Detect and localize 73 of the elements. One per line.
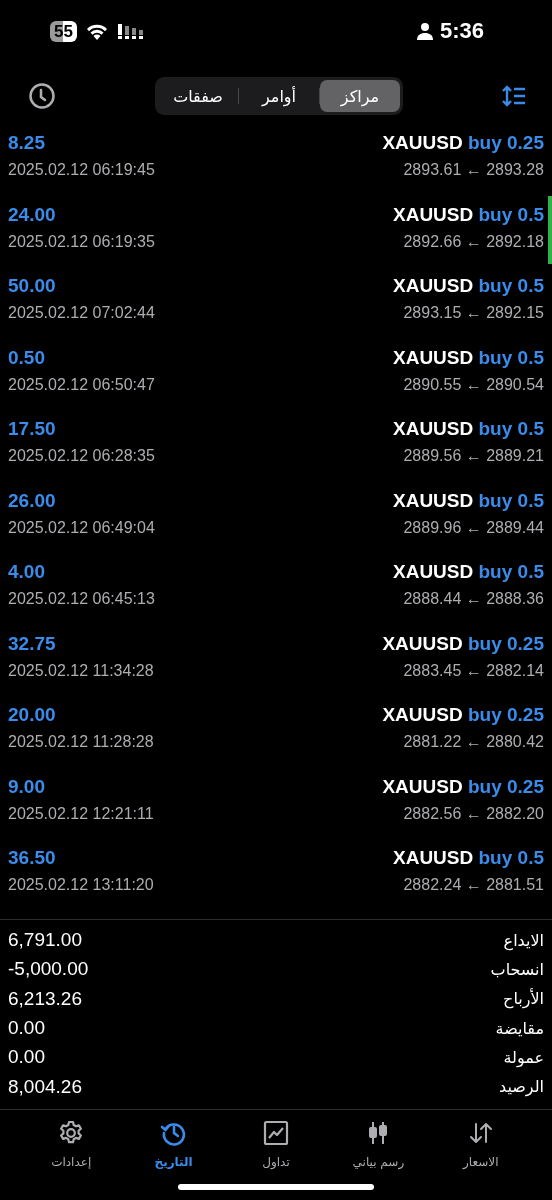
profit-value: 17.50 — [8, 418, 57, 440]
signal-icon — [116, 22, 145, 40]
profit-value: 26.00 — [8, 489, 57, 512]
nav-tab[interactable]: إعدادات — [19, 1118, 123, 1171]
deal-prices: 2892.66 ← 2892.18 — [403, 232, 544, 251]
profit-value: 50.00 — [8, 275, 57, 297]
summary-label: الايداع — [503, 930, 544, 950]
deal-title: XAUUSD buy 0.5 — [393, 847, 544, 869]
profit-value: 36.50 — [8, 847, 57, 869]
deal-title: XAUUSD buy 0.5 — [393, 275, 544, 297]
clock-icon[interactable] — [28, 82, 56, 110]
deal-title: XAUUSD buy 0.5 — [393, 203, 544, 226]
summary-label: الرصيد — [499, 1077, 544, 1097]
deal-time: 2025.02.12 06:19:35 — [8, 232, 155, 251]
person-icon — [415, 22, 434, 40]
nav-tab[interactable]: تداول — [224, 1118, 328, 1171]
deal-time: 2025.02.12 06:19:45 — [8, 161, 155, 179]
summary-label: مقايضة — [495, 1018, 544, 1038]
nav-tab[interactable]: رسم بياني — [327, 1118, 430, 1171]
profit-value: 24.00 — [8, 203, 57, 226]
deal-prices: 2882.56 ← 2882.20 — [403, 804, 544, 823]
summary-label: انسحاب — [490, 959, 544, 979]
deal-time: 2025.02.12 06:50:47 — [8, 375, 155, 394]
deal-title: XAUUSD buy 0.25 — [382, 632, 544, 655]
profit-value: 9.00 — [8, 775, 46, 798]
deal-title: XAUUSD buy 0.5 — [393, 346, 544, 369]
deal-title: XAUUSD buy 0.5 — [393, 489, 544, 512]
deal-prices: 2881.22 ← 2880.42 — [403, 733, 544, 751]
deal-prices: 2888.44 ← 2888.36 — [403, 590, 544, 608]
profit-value: 32.75 — [8, 632, 57, 655]
profit-value: 4.00 — [8, 561, 46, 583]
summary-value: 6,213.26 — [8, 987, 82, 1010]
sort-icon[interactable] — [502, 85, 526, 107]
deal-title: XAUUSD buy 0.25 — [382, 775, 544, 798]
deal-time: 2025.02.12 11:34:28 — [8, 661, 154, 680]
summary-value: 8,004.26 — [8, 1075, 82, 1098]
summary-value: 0.00 — [8, 1017, 45, 1040]
profit-value: 20.00 — [8, 704, 57, 726]
deal-time: 2025.02.12 13:11:20 — [8, 876, 154, 894]
deal-prices: 2893.61 ← 2893.28 — [403, 161, 544, 179]
nav-tab[interactable]: الاسعار — [429, 1118, 532, 1171]
deal-time: 2025.02.12 11:28:28 — [8, 733, 154, 751]
deal-time: 2025.02.12 06:49:04 — [8, 518, 155, 537]
deal-title: XAUUSD buy 0.5 — [393, 418, 544, 440]
deal-prices: 2882.24 ← 2881.51 — [403, 876, 544, 894]
segment-tab[interactable]: أوامر — [239, 80, 319, 112]
deal-prices: 2889.96 ← 2889.44 — [403, 518, 544, 537]
clock-time: 5:36 — [439, 18, 484, 44]
summary-value: 6,791.00 — [8, 929, 82, 952]
deal-prices: 2890.55 ← 2890.54 — [403, 375, 544, 394]
scroll-indicator — [548, 196, 552, 264]
deal-title: XAUUSD buy 0.25 — [382, 704, 544, 726]
profit-value: 8.25 — [8, 132, 46, 154]
deal-prices: 2889.56 ← 2889.21 — [403, 447, 544, 465]
summary-value: 0.00 — [8, 1046, 45, 1069]
battery-level: 55 — [50, 20, 77, 42]
wifi-icon — [84, 22, 109, 40]
deal-prices: 2893.15 ← 2892.15 — [403, 304, 544, 322]
line-chart-icon — [262, 1119, 290, 1148]
segment-tab[interactable]: مراكز — [320, 80, 400, 112]
deal-time: 2025.02.12 06:28:35 — [8, 447, 155, 465]
nav-tab[interactable]: التاريخ — [122, 1118, 225, 1171]
profit-value: 0.50 — [8, 346, 46, 369]
deal-time: 2025.02.12 12:21:11 — [8, 804, 154, 823]
segment-tab[interactable]: صفقات — [158, 80, 238, 112]
summary-label: عمولة — [503, 1047, 544, 1067]
summary-label: الأرباح — [503, 989, 544, 1009]
deal-title: XAUUSD buy 0.25 — [382, 132, 544, 154]
deal-time: 2025.02.12 06:45:13 — [8, 590, 155, 608]
summary-value: -5,000.00 — [8, 958, 89, 981]
deal-prices: 2883.45 ← 2882.14 — [403, 661, 544, 680]
deal-title: XAUUSD buy 0.5 — [393, 561, 544, 583]
deal-time: 2025.02.12 07:02:44 — [8, 304, 155, 322]
